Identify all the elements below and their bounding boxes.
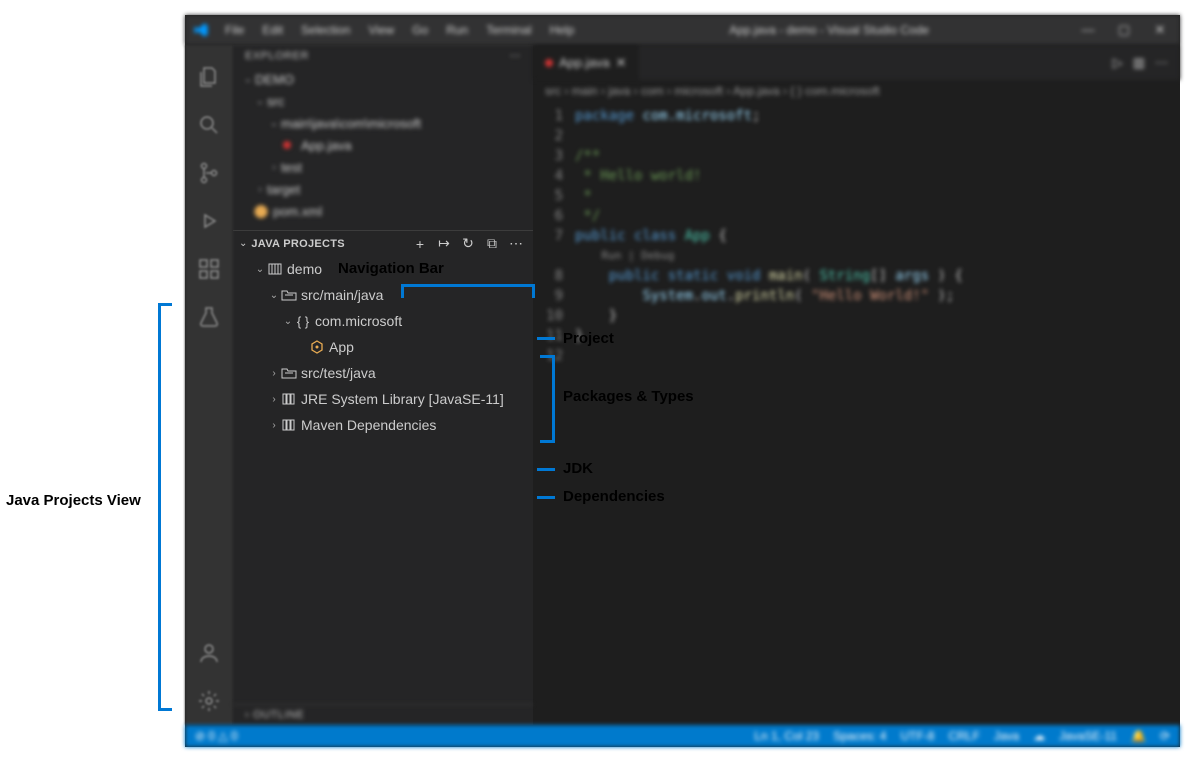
- jre-label: JRE System Library [JavaSE-11]: [301, 391, 504, 407]
- maven-dependencies[interactable]: › Maven Dependencies: [233, 412, 533, 438]
- bracket-nav: [401, 284, 535, 298]
- gear-icon[interactable]: [197, 689, 221, 713]
- folder-path[interactable]: ⌄main\java\com\microsoft: [233, 112, 533, 134]
- search-icon[interactable]: [197, 113, 221, 137]
- file-app-java[interactable]: App.java: [233, 134, 533, 156]
- account-icon[interactable]: [197, 641, 221, 665]
- folder-src[interactable]: ⌄src: [233, 90, 533, 112]
- annotation-deps: Dependencies: [563, 488, 665, 505]
- debug-icon[interactable]: [197, 209, 221, 233]
- editor-tabs: App.java✕ ▷▥⋯: [533, 45, 1180, 80]
- expand-button[interactable]: ↦: [435, 235, 453, 253]
- close-icon[interactable]: ✕: [616, 55, 627, 71]
- annotation-project: Project: [563, 330, 614, 347]
- window-title: App.java - demo - Visual Studio Code: [582, 23, 1076, 37]
- new-project-button[interactable]: +: [411, 235, 429, 253]
- folder-demo[interactable]: ⌄DEMO: [233, 68, 533, 90]
- bracket-view: [158, 303, 172, 711]
- test-icon[interactable]: [197, 305, 221, 329]
- source-folder-test[interactable]: › src/test/java: [233, 360, 533, 386]
- editor: App.java✕ ▷▥⋯ src › main › java › com › …: [533, 45, 1180, 725]
- sidebar: EXPLORER⋯ ⌄DEMO ⌄src ⌄main\java\com\micr…: [233, 45, 533, 725]
- library-icon: [281, 391, 297, 407]
- files-icon[interactable]: [197, 65, 221, 89]
- maven-label: Maven Dependencies: [301, 417, 436, 433]
- package-com-microsoft[interactable]: ⌄ { } com.microsoft: [233, 308, 533, 334]
- source-folder-label: src/test/java: [301, 365, 376, 381]
- source-folder-icon: [281, 287, 297, 303]
- class-label: App: [329, 339, 354, 355]
- explorer-header[interactable]: EXPLORER⋯: [233, 45, 533, 66]
- annotation-navigation-bar: Navigation Bar: [338, 260, 444, 277]
- bracket-packages: [540, 355, 555, 443]
- line-jdk: [537, 468, 555, 471]
- package-label: com.microsoft: [315, 313, 402, 329]
- namespace-icon: { }: [295, 313, 311, 329]
- chevron-down-icon: ⌄: [267, 290, 281, 301]
- java-projects-title: JAVA PROJECTS: [251, 238, 411, 250]
- breadcrumbs[interactable]: src › main › java › com › microsoft › Ap…: [533, 80, 1180, 102]
- jre-library[interactable]: › JRE System Library [JavaSE-11]: [233, 386, 533, 412]
- class-app[interactable]: App: [233, 334, 533, 360]
- titlebar: FileEditSelectionViewGoRunTerminalHelp A…: [185, 15, 1180, 45]
- vscode-logo-icon: [193, 22, 209, 38]
- menu-bar[interactable]: FileEditSelectionViewGoRunTerminalHelp: [217, 19, 582, 41]
- class-icon: [309, 339, 325, 355]
- chevron-right-icon: ›: [267, 368, 281, 379]
- code-area[interactable]: 123456789101112 package com.microsoft; /…: [533, 102, 1180, 725]
- folder-test[interactable]: ›test: [233, 156, 533, 178]
- library-icon: [281, 417, 297, 433]
- bell-icon[interactable]: 🔔: [1131, 729, 1146, 743]
- line-deps: [537, 496, 555, 499]
- folder-target[interactable]: ›target: [233, 178, 533, 200]
- source-control-icon[interactable]: [197, 161, 221, 185]
- annotation-java-projects-view: Java Projects View: [6, 492, 141, 509]
- source-folder-icon: [281, 365, 297, 381]
- chevron-down-icon[interactable]: ⌄: [239, 238, 247, 249]
- explorer-tree: ⌄DEMO ⌄src ⌄main\java\com\microsoft App.…: [233, 66, 533, 224]
- activity-bar[interactable]: [185, 45, 233, 725]
- editor-actions[interactable]: ▷▥⋯: [1113, 55, 1180, 71]
- file-pom-xml[interactable]: ⬤pom.xml: [233, 200, 533, 222]
- more-actions-button[interactable]: ⋯: [507, 235, 525, 253]
- chevron-right-icon: ›: [267, 420, 281, 431]
- run-icon[interactable]: ▷: [1113, 55, 1123, 71]
- chevron-down-icon: ⌄: [253, 264, 267, 275]
- extensions-icon[interactable]: [197, 257, 221, 281]
- project-icon: [267, 261, 283, 277]
- chevron-right-icon: ›: [267, 394, 281, 405]
- outline-header[interactable]: ›OUTLINE: [233, 704, 533, 725]
- java-projects-actions: + ↦ ↻ ⧉ ⋯: [411, 235, 525, 253]
- java-projects-header[interactable]: ⌄ JAVA PROJECTS + ↦ ↻ ⧉ ⋯: [233, 230, 533, 256]
- annotation-jdk: JDK: [563, 460, 593, 477]
- vscode-window: FileEditSelectionViewGoRunTerminalHelp A…: [185, 15, 1180, 747]
- refresh-button[interactable]: ↻: [459, 235, 477, 253]
- tab-app-java[interactable]: App.java✕: [533, 45, 639, 80]
- source-folder-label: src/main/java: [301, 287, 383, 303]
- split-icon[interactable]: ▥: [1133, 55, 1145, 71]
- collapse-button[interactable]: ⧉: [483, 235, 501, 253]
- line-project: [537, 337, 555, 340]
- chevron-down-icon: ⌄: [281, 316, 295, 327]
- statusbar[interactable]: ⊘ 0 △ 0 Ln 1, Col 23 Spaces: 4 UTF-8 CRL…: [185, 725, 1180, 747]
- java-file-icon: [545, 59, 553, 67]
- project-label: demo: [287, 261, 322, 277]
- window-controls[interactable]: —▢✕: [1076, 22, 1172, 38]
- annotation-packages: Packages & Types: [563, 388, 694, 405]
- code-lines: package com.microsoft; /** * Hello world…: [575, 106, 1180, 725]
